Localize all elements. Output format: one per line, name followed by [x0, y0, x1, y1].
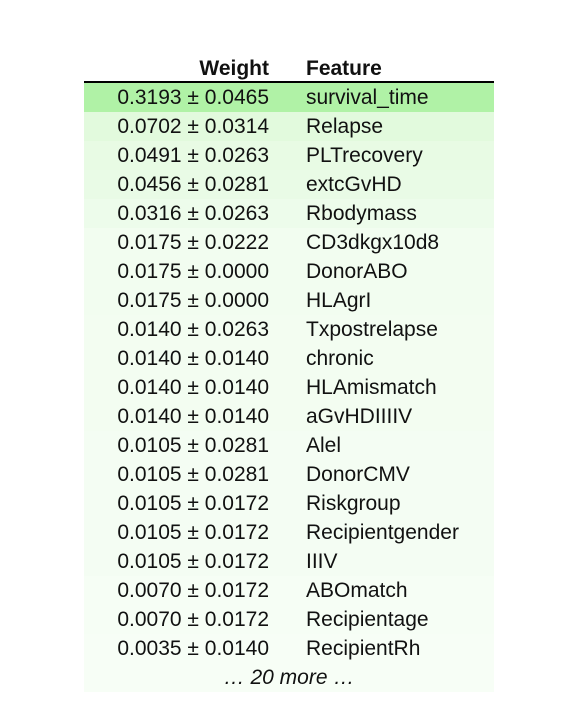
table-row: 0.0702 ± 0.0314 Relapse	[84, 112, 494, 141]
weight-cell: 0.0175 ± 0.0000	[117, 288, 269, 312]
feature-cell: DonorCMV	[306, 462, 410, 486]
weight-cell: 0.0491 ± 0.0263	[117, 143, 269, 167]
weight-cell: 0.0105 ± 0.0172	[117, 549, 269, 573]
more-features-row: … 20 more …	[84, 663, 494, 692]
feature-cell: ABOmatch	[306, 578, 408, 602]
weight-cell: 0.0140 ± 0.0140	[117, 375, 269, 399]
weight-cell: 0.0175 ± 0.0000	[117, 259, 269, 283]
feature-cell: RecipientRh	[306, 636, 421, 660]
weight-cell: 0.0140 ± 0.0140	[117, 404, 269, 428]
feature-cell: aGvHDIIIIV	[306, 404, 413, 428]
feature-cell: Rbodymass	[306, 201, 417, 225]
table-row: 0.0456 ± 0.0281 extcGvHD	[84, 170, 494, 199]
weight-cell: 0.0070 ± 0.0172	[117, 607, 269, 631]
feature-cell: PLTrecovery	[306, 143, 423, 167]
weight-cell: 0.0035 ± 0.0140	[117, 636, 269, 660]
weight-cell: 0.0105 ± 0.0281	[117, 462, 269, 486]
table-row: 0.0035 ± 0.0140 RecipientRh	[84, 634, 494, 663]
table-row: 0.0140 ± 0.0140 HLAmismatch	[84, 373, 494, 402]
weight-cell: 0.3193 ± 0.0465	[117, 85, 269, 109]
weight-cell: 0.0105 ± 0.0172	[117, 491, 269, 515]
more-features-label: … 20 more …	[223, 665, 355, 689]
header-row: Weight Feature	[84, 53, 494, 83]
weight-cell: 0.0140 ± 0.0140	[117, 346, 269, 370]
table-row: 0.0175 ± 0.0000 DonorABO	[84, 257, 494, 286]
feature-cell: Txpostrelapse	[306, 317, 438, 341]
feature-cell: HLAgrI	[306, 288, 372, 312]
weight-cell: 0.0140 ± 0.0263	[117, 317, 269, 341]
table-row: 0.0105 ± 0.0172 IIIV	[84, 547, 494, 576]
feature-cell: Alel	[306, 433, 342, 457]
feature-cell: extcGvHD	[306, 172, 402, 196]
weight-cell: 0.0316 ± 0.0263	[117, 201, 269, 225]
table-row: 0.0070 ± 0.0172 ABOmatch	[84, 576, 494, 605]
feature-cell: IIIV	[306, 549, 338, 573]
table-body: 0.3193 ± 0.0465 survival_time 0.0702 ± 0.0…	[84, 82, 494, 692]
weight-cell: 0.0456 ± 0.0281	[117, 172, 269, 196]
table-row: 0.0105 ± 0.0281 DonorCMV	[84, 460, 494, 489]
table-row: 0.0316 ± 0.0263 Rbodymass	[84, 199, 494, 228]
feature-column-header: Feature	[306, 53, 494, 83]
feature-cell: Riskgroup	[306, 491, 401, 515]
feature-cell: Recipientgender	[306, 520, 459, 544]
weight-cell: 0.0175 ± 0.0222	[117, 230, 269, 254]
weight-cell: 0.0070 ± 0.0172	[117, 578, 269, 602]
feature-weights-table: Weight Feature 0.3193 ± 0.0465 survival_t…	[84, 53, 494, 692]
weight-column-header: Weight	[84, 53, 306, 83]
feature-cell: Recipientage	[306, 607, 429, 631]
table-row: 0.0175 ± 0.0222 CD3dkgx10d8	[84, 228, 494, 257]
table-row: 0.0175 ± 0.0000 HLAgrI	[84, 286, 494, 315]
table-row: 0.0140 ± 0.0140 chronic	[84, 344, 494, 373]
feature-cell: DonorABO	[306, 259, 408, 283]
feature-cell: chronic	[306, 346, 374, 370]
table-row: 0.0105 ± 0.0281 Alel	[84, 431, 494, 460]
table-row: 0.0140 ± 0.0140 aGvHDIIIIV	[84, 402, 494, 431]
table-row: 0.0105 ± 0.0172 Riskgroup	[84, 489, 494, 518]
weight-cell: 0.0105 ± 0.0281	[117, 433, 269, 457]
table-row: 0.3193 ± 0.0465 survival_time	[84, 82, 494, 112]
feature-cell: Relapse	[306, 114, 384, 138]
feature-cell: CD3dkgx10d8	[306, 230, 440, 254]
feature-cell: HLAmismatch	[306, 375, 437, 399]
page: Weight Feature 0.3193 ± 0.0465 survival_t…	[0, 0, 568, 726]
table-row: 0.0070 ± 0.0172 Recipientage	[84, 605, 494, 634]
table-row: 0.0105 ± 0.0172 Recipientgender	[84, 518, 494, 547]
weight-cell: 0.0105 ± 0.0172	[117, 520, 269, 544]
feature-cell: survival_time	[306, 85, 429, 109]
table-row: 0.0140 ± 0.0263 Txpostrelapse	[84, 315, 494, 344]
weight-cell: 0.0702 ± 0.0314	[117, 114, 269, 138]
table-row: 0.0491 ± 0.0263 PLTrecovery	[84, 141, 494, 170]
